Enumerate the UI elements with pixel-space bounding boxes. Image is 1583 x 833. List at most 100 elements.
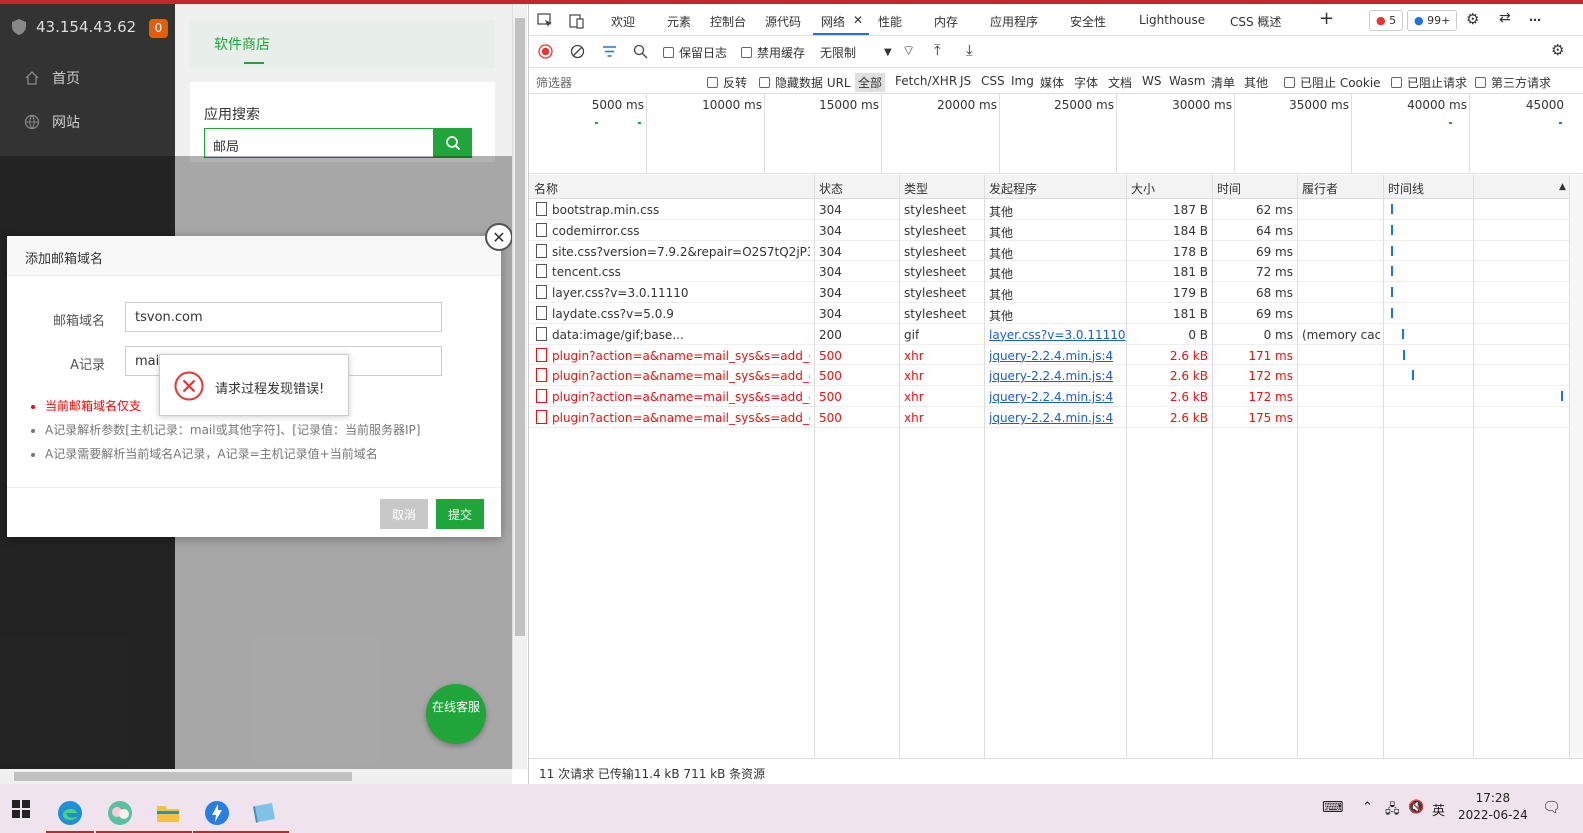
- tab-memory[interactable]: 内存: [934, 13, 958, 30]
- filter-type-media[interactable]: 媒体: [1040, 74, 1064, 91]
- online-support-button[interactable]: 在线客服: [426, 684, 486, 744]
- upload-icon[interactable]: ⤒: [934, 41, 941, 59]
- table-row[interactable]: plugin?action=a&name=mail_sys&s=add_dom.…: [529, 407, 1569, 428]
- sort-up-icon[interactable]: ▲: [1559, 182, 1566, 192]
- table-row[interactable]: plugin?action=a&name=mail_sys&s=add_dom.…: [529, 365, 1569, 387]
- tab-software-store[interactable]: 软件商店: [214, 34, 270, 54]
- table-row[interactable]: bootstrap.min.css 304 stylesheet 其他 187 B 62 …: [529, 199, 1569, 220]
- close-icon[interactable]: ✕: [485, 223, 513, 251]
- invert-checkbox[interactable]: 反转: [707, 74, 747, 91]
- filter-type-doc[interactable]: 文档: [1108, 74, 1132, 91]
- filter-type-fetch[interactable]: Fetch/XHR: [895, 74, 957, 88]
- tab-application[interactable]: 应用程序: [990, 13, 1038, 30]
- customize-icon[interactable]: ⇄: [1499, 10, 1511, 26]
- ime-indicator[interactable]: 英: [1432, 800, 1445, 819]
- col-header-fulfilled[interactable]: 履行者: [1302, 180, 1338, 197]
- clear-icon[interactable]: [570, 44, 585, 59]
- error-counter[interactable]: ● 5: [1369, 10, 1404, 31]
- tab-console[interactable]: 控制台: [710, 13, 746, 30]
- tab-sources[interactable]: 源代码: [765, 13, 801, 30]
- filter-type-js[interactable]: JS: [960, 74, 971, 88]
- add-tab-icon[interactable]: +: [1319, 8, 1334, 29]
- download-icon[interactable]: ⤓: [966, 41, 973, 59]
- initiator-link[interactable]: jquery-2.2.4.min.js:4: [989, 390, 1113, 404]
- filter-type-css[interactable]: CSS: [981, 74, 1005, 88]
- taskbar-app-remote[interactable]: [241, 792, 289, 833]
- table-row[interactable]: codemirror.css 304 stylesheet 其他 184 B 64 ms: [529, 220, 1569, 241]
- device-toolbar-icon[interactable]: [569, 13, 585, 29]
- table-row[interactable]: plugin?action=a&name=mail_sys&s=add_dom.…: [529, 386, 1569, 407]
- network-icon[interactable]: 🖧: [1385, 800, 1400, 822]
- system-clock[interactable]: 17:28 2022-06-24: [1458, 790, 1528, 824]
- table-row[interactable]: layer.css?v=3.0.11110 304 stylesheet 其他 179 …: [529, 282, 1569, 303]
- initiator-link[interactable]: jquery-2.2.4.min.js:4: [989, 349, 1113, 363]
- table-row[interactable]: plugin?action=a&name=mail_sys&s=add_dom.…: [529, 345, 1569, 366]
- tab-network[interactable]: 网络: [821, 13, 845, 30]
- table-row[interactable]: data:image/gif;base... 200 gif layer.css?v=…: [529, 324, 1569, 345]
- col-header-size[interactable]: 大小: [1131, 180, 1155, 197]
- scroll-thumb[interactable]: [515, 18, 525, 636]
- filter-type-ws[interactable]: WS: [1142, 74, 1161, 88]
- more-options-icon[interactable]: ⋯: [1529, 13, 1541, 27]
- tab-elements[interactable]: 元素: [667, 13, 691, 30]
- col-header-time[interactable]: 时间: [1217, 180, 1241, 197]
- tab-lighthouse[interactable]: Lighthouse: [1139, 13, 1205, 27]
- message-counter[interactable]: ● 99+: [1407, 10, 1458, 31]
- close-tab-icon[interactable]: ✕: [853, 13, 863, 27]
- page-vertical-scrollbar[interactable]: [512, 4, 527, 769]
- tab-performance[interactable]: 性能: [878, 13, 902, 30]
- blocked-cookie-checkbox[interactable]: 已阻止 Cookie: [1284, 74, 1381, 91]
- notification-icon[interactable]: 🗨: [1542, 798, 1561, 816]
- network-conditions-icon[interactable]: ⌔: [902, 42, 915, 60]
- windows-start-icon[interactable]: [12, 800, 30, 818]
- submit-button[interactable]: 提交: [436, 499, 484, 529]
- sidebar-item-home[interactable]: 首页: [24, 68, 80, 88]
- alert-badge[interactable]: 0: [149, 19, 168, 38]
- col-header-initiator[interactable]: 发起程序: [989, 180, 1037, 197]
- table-scrollbar[interactable]: [1569, 175, 1583, 758]
- initiator-link[interactable]: jquery-2.2.4.min.js:4: [989, 411, 1113, 425]
- volume-muted-icon[interactable]: 🔇: [1408, 800, 1424, 815]
- col-header-type[interactable]: 类型: [904, 180, 928, 197]
- col-header-waterfall[interactable]: 时间线: [1388, 180, 1424, 197]
- third-party-checkbox[interactable]: 第三方请求: [1475, 74, 1551, 91]
- domain-input[interactable]: tsvon.com: [125, 302, 442, 332]
- network-settings-icon[interactable]: ⚙: [1551, 41, 1564, 59]
- sidebar-item-sites[interactable]: 网站: [24, 112, 80, 132]
- disable-cache-checkbox[interactable]: 禁用缓存: [741, 44, 805, 61]
- keyboard-icon[interactable]: ⌨: [1322, 798, 1344, 816]
- taskbar-app-edge[interactable]: [46, 792, 94, 833]
- tab-security[interactable]: 安全性: [1070, 13, 1106, 30]
- tab-welcome[interactable]: 欢迎: [611, 13, 635, 30]
- hide-data-url-checkbox[interactable]: 隐藏数据 URL: [759, 74, 851, 91]
- network-overview[interactable]: 5000 ms 10000 ms 15000 ms 20000 ms 25000…: [529, 94, 1583, 174]
- filter-type-wasm[interactable]: Wasm: [1169, 74, 1205, 88]
- blocked-requests-checkbox[interactable]: 已阻止请求: [1391, 74, 1467, 91]
- table-row[interactable]: site.css?version=7.9.2&repair=O2S7tQ2jP 3…: [529, 241, 1569, 262]
- throttle-select[interactable]: 无限制 ▼: [820, 44, 892, 61]
- filter-type-font[interactable]: 字体: [1074, 74, 1098, 91]
- app-search-button[interactable]: [434, 128, 472, 158]
- initiator-link[interactable]: jquery-2.2.4.min.js:4: [989, 369, 1113, 383]
- table-row[interactable]: tencent.css 304 stylesheet 其他 181 B 72 ms: [529, 261, 1569, 283]
- col-header-name[interactable]: 名称: [534, 180, 558, 197]
- taskbar-app-explorer[interactable]: [144, 792, 192, 833]
- filter-icon[interactable]: [602, 45, 617, 58]
- chevron-up-icon[interactable]: ⌃: [1362, 800, 1373, 815]
- inspect-icon[interactable]: [537, 13, 553, 29]
- scroll-thumb[interactable]: [14, 772, 352, 781]
- filter-type-other[interactable]: 其他: [1244, 74, 1268, 91]
- search-icon[interactable]: [633, 44, 648, 59]
- filter-type-manifest[interactable]: 清单: [1211, 74, 1235, 91]
- taskbar-app-chat[interactable]: [96, 792, 144, 833]
- col-header-status[interactable]: 状态: [819, 180, 843, 197]
- table-row[interactable]: laydate.css?v=5.0.9 304 stylesheet 其他 181 B 6…: [529, 303, 1569, 324]
- filter-type-img[interactable]: Img: [1011, 74, 1034, 88]
- app-search-input[interactable]: 邮局: [204, 128, 434, 158]
- filter-input[interactable]: 筛选器: [536, 74, 572, 91]
- taskbar-app-thunder[interactable]: [193, 792, 241, 833]
- gear-icon[interactable]: ⚙: [1466, 10, 1479, 28]
- filter-type-all[interactable]: 全部: [855, 73, 886, 92]
- initiator-link[interactable]: layer.css?v=3.0.11110: [989, 328, 1126, 342]
- page-horizontal-scrollbar[interactable]: [0, 769, 512, 784]
